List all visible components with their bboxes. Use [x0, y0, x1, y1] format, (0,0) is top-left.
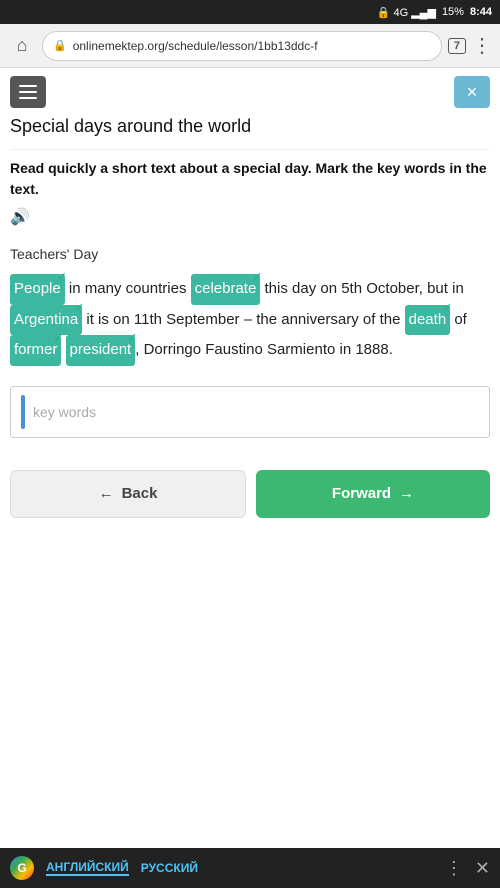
lang-button-english[interactable]: РУССКИЙ [141, 861, 198, 875]
status-icons: 🔒 4G ▂▄▆ [377, 6, 436, 19]
more-options-icon[interactable]: ⋮ [445, 858, 463, 879]
status-bar: 🔒 4G ▂▄▆ 15% 8:44 [0, 0, 500, 24]
highlight-argentina[interactable]: Argentina ✓ [10, 305, 82, 336]
forward-label: Forward [332, 485, 391, 502]
checkmark-death: ✓ [442, 297, 452, 320]
checkmark-former: ✓ [53, 327, 63, 350]
tab-count[interactable]: 7 [448, 38, 466, 54]
lock-icon: 🔒 [53, 39, 67, 52]
instruction-text: Read quickly a short text about a specia… [0, 150, 500, 242]
highlight-former[interactable]: former ✓ [10, 335, 61, 366]
page-title: Special days around the world [0, 116, 500, 149]
battery-indicator: 15% [442, 6, 464, 18]
toolbar: × [0, 68, 500, 116]
url-bar[interactable]: 🔒 onlinemektep.org/schedule/lesson/1bb13… [42, 31, 442, 61]
close-button[interactable]: × [454, 76, 490, 108]
google-translate-icon: G [10, 856, 34, 880]
speaker-icon[interactable]: 🔊 [10, 206, 30, 230]
key-words-area[interactable]: key words [10, 386, 490, 438]
highlight-death[interactable]: death ✓ [405, 305, 451, 336]
navigation-buttons: Back Forward [0, 446, 500, 538]
lesson-subtitle: Teachers' Day [0, 242, 500, 270]
time-display: 8:44 [470, 6, 492, 18]
highlight-celebrate[interactable]: celebrate ✓ [191, 274, 261, 305]
main-content: × Special days around the world Read qui… [0, 68, 500, 538]
key-words-placeholder: key words [33, 404, 96, 420]
checkmark-president: ✓ [127, 327, 137, 350]
passage-text: People ✓ in many countries celebrate ✓ t… [0, 270, 500, 378]
highlight-people[interactable]: People ✓ [10, 274, 65, 305]
forward-arrow-icon [399, 485, 414, 502]
back-arrow-icon [99, 485, 114, 502]
menu-button[interactable] [10, 76, 46, 108]
checkmark-celebrate: ✓ [252, 266, 262, 289]
back-button[interactable]: Back [10, 470, 246, 518]
browser-menu-icon[interactable]: ⋮ [472, 33, 492, 58]
close-translate-icon[interactable]: ✕ [475, 858, 490, 879]
url-text: onlinemektep.org/schedule/lesson/1bb13dd… [73, 39, 318, 53]
forward-button[interactable]: Forward [256, 470, 490, 518]
language-bar: G АНГЛИЙСКИЙ РУССКИЙ ⋮ ✕ [0, 848, 500, 888]
checkmark-argentina: ✓ [74, 297, 84, 320]
browser-bar: ⌂ 🔒 onlinemektep.org/schedule/lesson/1bb… [0, 24, 500, 68]
lang-button-russian[interactable]: АНГЛИЙСКИЙ [46, 860, 129, 876]
back-label: Back [122, 485, 158, 502]
checkmark-people: ✓ [57, 266, 67, 289]
blue-bar-indicator [21, 395, 25, 429]
home-icon[interactable]: ⌂ [8, 32, 36, 60]
highlight-president[interactable]: president ✓ [66, 335, 136, 366]
